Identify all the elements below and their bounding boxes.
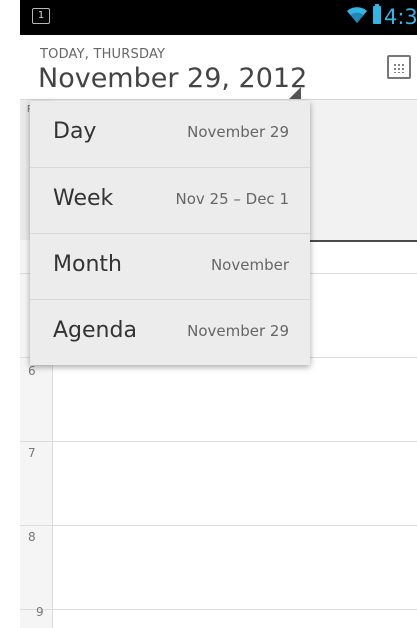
hour-line xyxy=(20,525,417,526)
hour-label: 6 xyxy=(28,364,36,378)
battery-icon xyxy=(373,4,381,24)
left-gutter xyxy=(0,0,20,628)
menu-item-label: Month xyxy=(53,252,122,277)
menu-item-value: November 29 xyxy=(187,123,289,141)
notification-icon: 1 xyxy=(32,8,50,24)
menu-item-value: Nov 25 – Dec 1 xyxy=(175,190,289,208)
view-menu: Day November 29 Week Nov 25 – Dec 1 Mont… xyxy=(30,101,310,365)
today-label: TODAY, THURSDAY xyxy=(40,47,166,62)
menu-item-value: November 29 xyxy=(187,322,289,340)
menu-item-label: Week xyxy=(53,186,114,211)
hour-label: 7 xyxy=(28,446,36,460)
dropdown-triangle-icon xyxy=(289,87,301,99)
menu-item-day[interactable]: Day November 29 xyxy=(30,101,310,167)
menu-item-label: Day xyxy=(53,119,97,144)
status-bar: 1 4:3 xyxy=(20,0,417,35)
status-time: 4:3 xyxy=(384,6,417,28)
date-selector[interactable]: November 29, 2012 xyxy=(38,63,307,94)
hour-label: 9 xyxy=(36,605,44,619)
wifi-icon xyxy=(346,6,368,24)
menu-item-week[interactable]: Week Nov 25 – Dec 1 xyxy=(30,167,310,233)
action-bar: TODAY, THURSDAY November 29, 2012 xyxy=(20,35,417,100)
hour-line xyxy=(20,609,417,610)
menu-item-agenda[interactable]: Agenda November 29 xyxy=(30,299,310,365)
hour-line xyxy=(20,441,417,442)
menu-item-value: November xyxy=(210,256,289,274)
calendar-icon[interactable] xyxy=(387,55,411,79)
hour-label: 8 xyxy=(28,530,36,544)
menu-item-month[interactable]: Month November xyxy=(30,233,310,299)
menu-item-label: Agenda xyxy=(53,318,137,343)
